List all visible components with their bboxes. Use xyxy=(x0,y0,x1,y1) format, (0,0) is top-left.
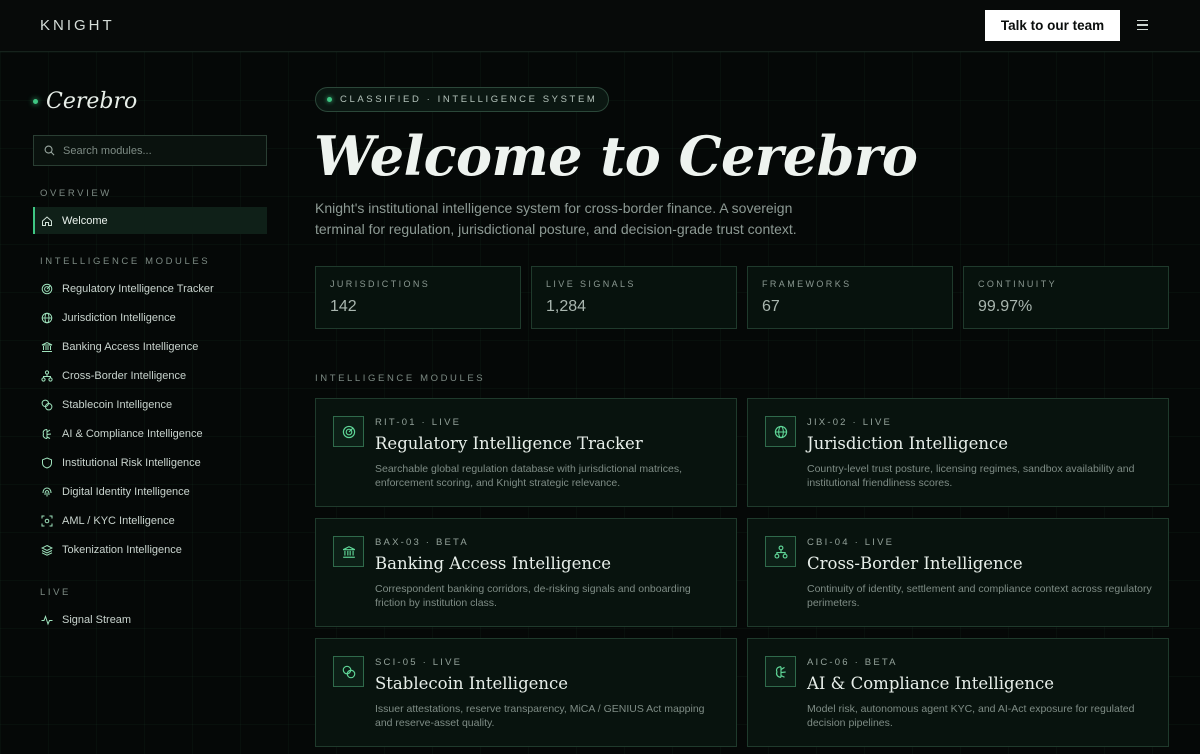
search-box[interactable] xyxy=(33,135,267,166)
sidebar-item-label: Welcome xyxy=(62,214,108,227)
stat-value: 142 xyxy=(330,298,357,315)
pulse-icon xyxy=(41,614,53,626)
card-description: Correspondent banking corridors, de-risk… xyxy=(375,583,691,609)
module-card-stablecoin[interactable]: SCI-05 · LIVE Stablecoin Intelligence Is… xyxy=(315,638,737,747)
card-description: Country-level trust posture, licensing r… xyxy=(807,463,1135,489)
card-description: Model risk, autonomous agent KYC, and AI… xyxy=(807,703,1135,729)
module-card-jurisdiction[interactable]: JIX-02 · LIVE Jurisdiction Intelligence … xyxy=(747,398,1169,507)
sidebar-item-jurisdiction[interactable]: Jurisdiction Intelligence xyxy=(33,304,267,331)
card-title: AI & Compliance Intelligence xyxy=(807,674,1054,693)
overview-section-label: OVERVIEW xyxy=(40,188,112,199)
module-card-cross-border[interactable]: CBI-04 · LIVE Cross-Border Intelligence … xyxy=(747,518,1169,627)
module-card-ai-compliance[interactable]: AIC-06 · BETA AI & Compliance Intelligen… xyxy=(747,638,1169,747)
card-description: Continuity of identity, settlement and c… xyxy=(807,583,1152,609)
stat-value: 67 xyxy=(762,298,780,315)
sidebar-item-label: Cross-Border Intelligence xyxy=(62,369,187,382)
sidebar: Cerebro OVERVIEW Welcome INTELLIGENCE MO… xyxy=(0,52,290,754)
sidebar-item-label: AI & Compliance Intelligence xyxy=(62,427,203,440)
bank-icon xyxy=(333,536,364,567)
sidebar-item-welcome[interactable]: Welcome xyxy=(33,207,267,234)
page-subtitle: Knight's institutional intelligence syst… xyxy=(315,200,797,237)
module-card-banking[interactable]: BAX-03 · BETA Banking Access Intelligenc… xyxy=(315,518,737,627)
stat-frameworks: FRAMEWORKS 67 xyxy=(747,266,953,329)
globe-icon xyxy=(765,416,796,447)
sidebar-item-regulatory[interactable]: Regulatory Intelligence Tracker xyxy=(33,275,267,302)
card-meta: JIX-02 · LIVE xyxy=(807,417,893,428)
stat-value: 99.97% xyxy=(978,298,1033,315)
stat-label: FRAMEWORKS xyxy=(762,279,852,289)
sidebar-item-stablecoin[interactable]: Stablecoin Intelligence xyxy=(33,391,267,418)
status-dot-icon xyxy=(33,99,38,104)
brain-icon xyxy=(41,428,53,440)
radar-icon xyxy=(333,416,364,447)
stat-jurisdictions: JURISDICTIONS 142 xyxy=(315,266,521,329)
sidebar-item-signal-stream[interactable]: Signal Stream xyxy=(33,606,267,633)
page-title: Welcome to Cerebro xyxy=(314,124,918,188)
radar-icon xyxy=(41,283,53,295)
card-title: Jurisdiction Intelligence xyxy=(807,434,1008,453)
stat-label: JURISDICTIONS xyxy=(330,279,431,289)
sidebar-item-label: Digital Identity Intelligence xyxy=(62,485,190,498)
card-meta: RIT-01 · LIVE xyxy=(375,417,462,428)
sidebar-item-banking[interactable]: Banking Access Intelligence xyxy=(33,333,267,360)
stat-continuity: CONTINUITY 99.97% xyxy=(963,266,1169,329)
card-title: Cross-Border Intelligence xyxy=(807,554,1023,573)
live-section-label: LIVE xyxy=(40,587,71,598)
card-description: Searchable global regulation database wi… xyxy=(375,463,683,489)
modules-heading: INTELLIGENCE MODULES xyxy=(315,373,486,384)
shield-icon xyxy=(41,456,53,469)
card-meta: AIC-06 · BETA xyxy=(807,657,898,668)
stat-label: LIVE SIGNALS xyxy=(546,279,636,289)
coins-icon xyxy=(41,399,53,411)
network-icon xyxy=(41,369,53,382)
sidebar-item-label: Tokenization Intelligence xyxy=(62,543,182,556)
coins-icon xyxy=(333,656,364,687)
sidebar-item-institutional-risk[interactable]: Institutional Risk Intelligence xyxy=(33,449,267,476)
sidebar-item-label: Signal Stream xyxy=(62,613,132,626)
network-icon xyxy=(765,536,796,567)
card-description: Issuer attestations, reserve transparenc… xyxy=(375,703,705,729)
home-icon xyxy=(41,215,53,227)
sidebar-item-ai-compliance[interactable]: AI & Compliance Intelligence xyxy=(33,420,267,447)
talk-to-team-button[interactable]: Talk to our team xyxy=(985,10,1120,41)
card-meta: BAX-03 · BETA xyxy=(375,537,469,548)
bank-icon xyxy=(41,341,53,353)
sidebar-logo-text: Cerebro xyxy=(46,89,138,114)
card-meta: SCI-05 · LIVE xyxy=(375,657,463,668)
search-input[interactable] xyxy=(63,144,253,157)
stat-label: CONTINUITY xyxy=(978,279,1057,289)
brain-icon xyxy=(765,656,796,687)
sidebar-item-cross-border[interactable]: Cross-Border Intelligence xyxy=(33,362,267,389)
layers-icon xyxy=(41,544,53,556)
stat-live-signals: LIVE SIGNALS 1,284 xyxy=(531,266,737,329)
card-title: Regulatory Intelligence Tracker xyxy=(375,434,643,453)
fingerprint-icon xyxy=(41,486,53,498)
classification-badge: CLASSIFIED · INTELLIGENCE SYSTEM xyxy=(315,87,610,112)
sidebar-item-digital-identity[interactable]: Digital Identity Intelligence xyxy=(33,478,267,505)
sidebar-item-label: Banking Access Intelligence xyxy=(62,340,199,353)
card-title: Banking Access Intelligence xyxy=(375,554,611,573)
globe-icon xyxy=(41,312,53,324)
card-meta: CBI-04 · LIVE xyxy=(807,537,895,548)
search-icon xyxy=(44,145,55,156)
sidebar-item-label: Stablecoin Intelligence xyxy=(62,398,173,411)
top-bar: KNIGHT Talk to our team xyxy=(0,0,1200,52)
main-content: CLASSIFIED · INTELLIGENCE SYSTEM Welcome… xyxy=(290,52,1200,754)
menu-icon[interactable] xyxy=(1135,17,1151,33)
brand-logo[interactable]: KNIGHT xyxy=(40,17,115,34)
card-title: Stablecoin Intelligence xyxy=(375,674,569,693)
sidebar-item-tokenization[interactable]: Tokenization Intelligence xyxy=(33,536,267,563)
sidebar-item-label: Institutional Risk Intelligence xyxy=(62,456,201,469)
sidebar-item-label: Regulatory Intelligence Tracker xyxy=(62,282,214,295)
stat-value: 1,284 xyxy=(546,298,587,315)
sidebar-item-label: Jurisdiction Intelligence xyxy=(62,311,176,324)
modules-section-label: INTELLIGENCE MODULES xyxy=(40,256,211,267)
sidebar-item-aml-kyc[interactable]: AML / KYC Intelligence xyxy=(33,507,267,534)
status-dot-icon xyxy=(327,97,332,102)
classification-badge-label: CLASSIFIED · INTELLIGENCE SYSTEM xyxy=(340,94,598,105)
module-card-regulatory[interactable]: RIT-01 · LIVE Regulatory Intelligence Tr… xyxy=(315,398,737,507)
sidebar-item-label: AML / KYC Intelligence xyxy=(62,514,175,527)
sidebar-logo[interactable]: Cerebro xyxy=(33,89,137,114)
scan-icon xyxy=(41,515,53,527)
